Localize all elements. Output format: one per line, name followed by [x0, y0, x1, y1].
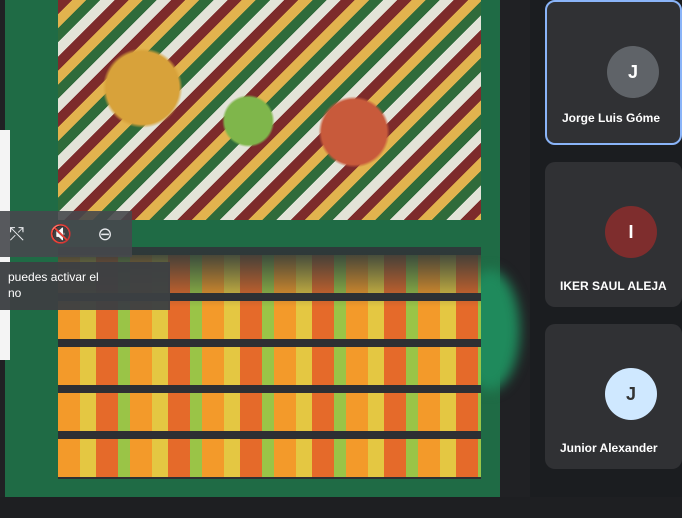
participant-tile[interactable]: I IKER SAUL ALEJA: [545, 162, 682, 307]
pin-off-icon[interactable]: ⤲: [6, 223, 28, 245]
avatar: J: [605, 368, 657, 420]
bottom-bar: [0, 497, 682, 518]
participant-overlay-controls: ⤲ 🔇 ⊖: [0, 211, 132, 257]
tooltip: puedes activar el no: [0, 262, 170, 310]
participant-tile[interactable]: J Junior Alexander: [545, 324, 682, 469]
avatar: I: [605, 206, 657, 258]
participant-name: Jorge Luis Góme: [562, 111, 661, 125]
slide-image-top-produce: [58, 0, 481, 220]
tooltip-line-2: no: [8, 286, 22, 300]
participant-tile[interactable]: J Jorge Luis Góme: [545, 0, 682, 145]
avatar: J: [607, 46, 659, 98]
participant-name: Junior Alexander: [560, 441, 658, 455]
participant-name: IKER SAUL ALEJA: [560, 279, 667, 293]
presentation-stage: ⤲ 🔇 ⊖ puedes activar el no: [0, 0, 530, 497]
mic-off-icon[interactable]: 🔇: [50, 223, 72, 245]
minus-circle-icon[interactable]: ⊖: [94, 223, 116, 245]
tooltip-line-1: puedes activar el: [8, 270, 99, 284]
